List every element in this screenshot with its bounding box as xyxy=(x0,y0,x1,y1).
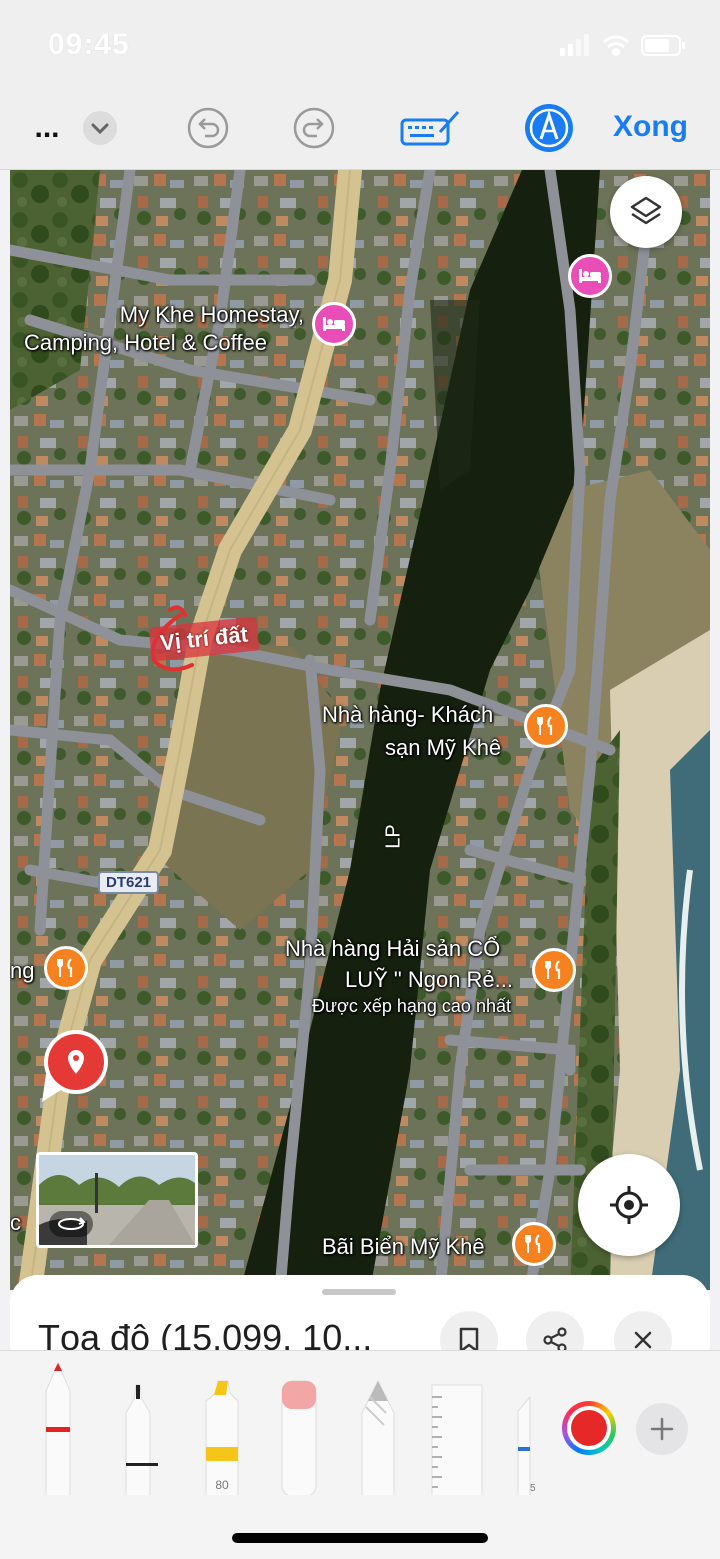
pen-tool xyxy=(45,1361,71,1496)
done-button[interactable]: Xong xyxy=(613,110,688,144)
bottom-safe-area xyxy=(0,1495,720,1559)
fork-knife-icon xyxy=(545,960,561,979)
color-picker-button[interactable] xyxy=(562,1401,616,1455)
markup-icon xyxy=(525,104,573,152)
fork-knife-icon xyxy=(537,716,553,735)
redo-icon xyxy=(293,107,335,149)
rotate-360-icon xyxy=(49,1211,93,1237)
fork-knife-icon xyxy=(57,958,73,977)
river-label: LP xyxy=(382,824,405,849)
edge-label: c xyxy=(10,1210,21,1235)
fineliner-tool xyxy=(125,1384,158,1496)
add-tool-button[interactable] xyxy=(636,1403,688,1455)
partial-pen-tool xyxy=(517,1395,531,1496)
markup-tool-palette: 80 5 xyxy=(0,1350,720,1496)
text-box-button[interactable] xyxy=(400,106,462,150)
battery-icon xyxy=(641,35,685,56)
signal-icon xyxy=(560,34,589,56)
undo-icon xyxy=(187,107,229,149)
sheet-grabber[interactable] xyxy=(322,1289,396,1295)
selected-color-swatch xyxy=(571,1410,607,1446)
markup-toolbar: ... Xong xyxy=(0,90,720,170)
place-name-line1: My Khe Homestay, xyxy=(119,302,304,327)
close-icon xyxy=(634,1331,652,1349)
restaurant-pin[interactable] xyxy=(532,948,576,992)
restaurant-pin[interactable] xyxy=(44,946,88,990)
undo-button[interactable] xyxy=(186,106,230,150)
home-indicator[interactable] xyxy=(232,1533,488,1543)
road-shield: DT621 xyxy=(98,871,160,894)
eraser-tool xyxy=(281,1380,317,1496)
bed-icon xyxy=(323,317,345,331)
place-name-partial[interactable]: ng xyxy=(10,958,34,984)
satellite-map[interactable]: Vị trí đất DT621 LP My Khe Homestay, Cam… xyxy=(10,170,710,1290)
status-icons xyxy=(560,30,690,60)
restaurant-pin[interactable] xyxy=(512,1222,556,1266)
ruler-mark: 5 xyxy=(530,1483,536,1494)
place-name-line1[interactable]: Nhà hàng- Khách xyxy=(322,702,493,728)
chevron-down-button[interactable] xyxy=(82,106,118,150)
ruler-tool xyxy=(431,1384,483,1496)
place-name-line1[interactable]: Nhà hàng Hải sản CỔ xyxy=(285,936,500,962)
more-button[interactable]: ... xyxy=(30,106,64,150)
street-view-thumbnail[interactable] xyxy=(36,1152,198,1248)
status-time: 09:45 xyxy=(48,28,130,61)
redo-button[interactable] xyxy=(292,106,336,150)
markup-pen-button[interactable] xyxy=(524,102,574,154)
location-pin-icon xyxy=(42,1030,108,1102)
wifi-icon xyxy=(603,35,629,56)
chevron-down-icon xyxy=(83,111,117,145)
keyboard-pen-icon xyxy=(400,110,460,146)
highlighter-size: 80 xyxy=(215,1478,229,1492)
status-bar: 09:45 xyxy=(0,0,720,90)
place-name[interactable]: Bãi Biển Mỹ Khê xyxy=(322,1234,485,1260)
restaurant-pin[interactable] xyxy=(524,704,568,748)
layers-button[interactable] xyxy=(610,176,682,248)
pencil-tool xyxy=(361,1379,395,1496)
place-label[interactable]: My Khe Homestay, xyxy=(94,300,304,330)
crosshair-icon xyxy=(610,1186,648,1224)
bed-icon xyxy=(579,269,601,283)
place-label-line2: Camping, Hotel & Coffee xyxy=(24,330,267,355)
place-name-line2: sạn Mỹ Khê xyxy=(385,735,502,760)
dropped-location-pin[interactable] xyxy=(40,1028,112,1108)
place-subtitle: Được xếp hạng cao nhất xyxy=(312,996,511,1016)
plus-icon xyxy=(650,1417,674,1441)
layers-icon xyxy=(630,196,662,225)
annotation-text: Vị trí đất xyxy=(158,621,250,656)
hotel-pin[interactable] xyxy=(568,254,612,298)
fork-knife-icon xyxy=(525,1234,541,1253)
hotel-pin[interactable] xyxy=(312,302,356,346)
my-location-button[interactable] xyxy=(578,1154,680,1256)
place-name-line2: LUỸ " Ngon Rẻ... xyxy=(345,967,513,992)
